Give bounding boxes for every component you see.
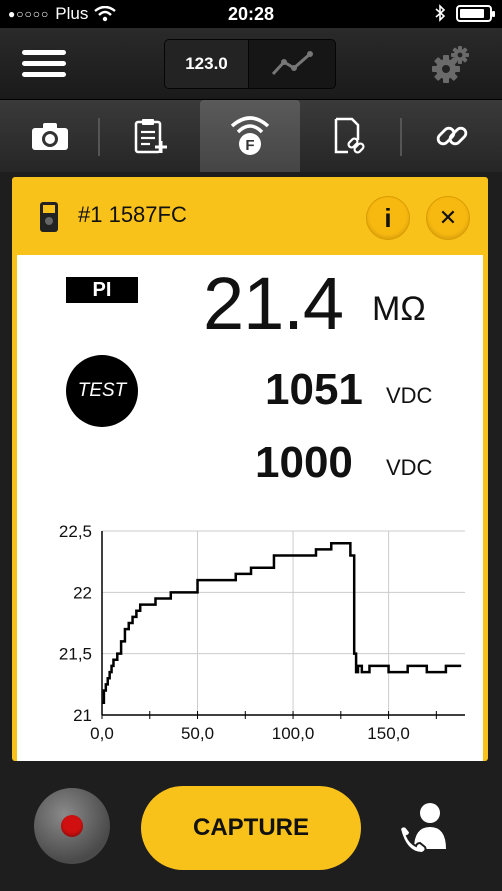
contact-call-icon[interactable] — [396, 799, 452, 855]
secondary-unit-1: VDC — [386, 383, 433, 408]
tab-bar: F — [0, 100, 502, 172]
trend-graph-icon — [271, 51, 313, 76]
x-tick-label: 0,0 — [90, 724, 114, 743]
bluetooth-icon — [435, 4, 446, 22]
view-toggle: 123.0 — [164, 39, 336, 89]
device-title: #1 1587FC — [78, 202, 187, 227]
menu-icon[interactable] — [22, 50, 66, 80]
multimeter-icon — [40, 202, 58, 232]
secondary-reading-1: 1051 — [265, 365, 363, 414]
test-button[interactable]: TEST — [66, 355, 138, 427]
bottom-bar: CAPTURE — [0, 766, 502, 891]
secondary-unit-2: VDC — [386, 455, 433, 480]
mode-badge: PI — [66, 277, 138, 303]
status-right — [434, 4, 495, 22]
record-icon — [61, 815, 83, 837]
link-icon — [436, 126, 468, 146]
gear-icon[interactable] — [430, 45, 470, 85]
x-tick-label: 100,0 — [272, 724, 315, 743]
series-line — [102, 542, 462, 704]
svg-text:F: F — [245, 137, 254, 154]
y-tick-label: 21 — [73, 706, 92, 725]
secondary-reading-2: 1000 — [255, 438, 353, 487]
measurement-card: #1 1587FC i ✕ PI 21.4 MΩ TEST 1051 VDC 1… — [12, 177, 488, 761]
trend-chart: 0,0 50,0 100,0 150,0 21 21,5 22 22,5 — [59, 522, 465, 743]
battery-icon — [456, 4, 495, 22]
main-reading: 21.4 — [203, 262, 344, 345]
tab-link[interactable] — [402, 100, 502, 172]
tab-fluke-connect[interactable]: F — [200, 100, 300, 172]
close-button[interactable]: ✕ — [426, 196, 470, 240]
tab-document-link[interactable] — [300, 100, 400, 172]
status-bar: ●○○○○ Plus 20:28 — [0, 0, 502, 28]
capture-button[interactable]: CAPTURE — [141, 786, 361, 870]
tab-add-note[interactable] — [100, 100, 200, 172]
clock: 20:28 — [227, 4, 275, 24]
clipboard-add-icon — [134, 119, 167, 154]
numeric-view-button[interactable]: 123.0 — [165, 40, 249, 88]
info-button[interactable]: i — [366, 196, 410, 240]
main-unit: MΩ — [372, 290, 426, 328]
camera-icon — [32, 123, 68, 150]
graph-view-button[interactable] — [249, 40, 335, 88]
y-tick-label: 22 — [73, 583, 92, 602]
card-body: PI 21.4 MΩ TEST 1051 VDC 1000 VDC 0,0 50,… — [17, 255, 483, 761]
fluke-connect-wireless-icon: F — [230, 116, 270, 155]
y-tick-label: 21,5 — [59, 645, 92, 664]
y-tick-label: 22,5 — [59, 522, 92, 541]
top-toolbar: 123.0 — [0, 28, 502, 100]
tab-camera[interactable] — [0, 100, 100, 172]
x-tick-label: 150,0 — [367, 724, 410, 743]
record-button[interactable] — [34, 788, 110, 864]
card-header: #1 1587FC i ✕ — [12, 177, 488, 255]
x-tick-label: 50,0 — [181, 724, 214, 743]
document-link-icon — [334, 117, 365, 154]
